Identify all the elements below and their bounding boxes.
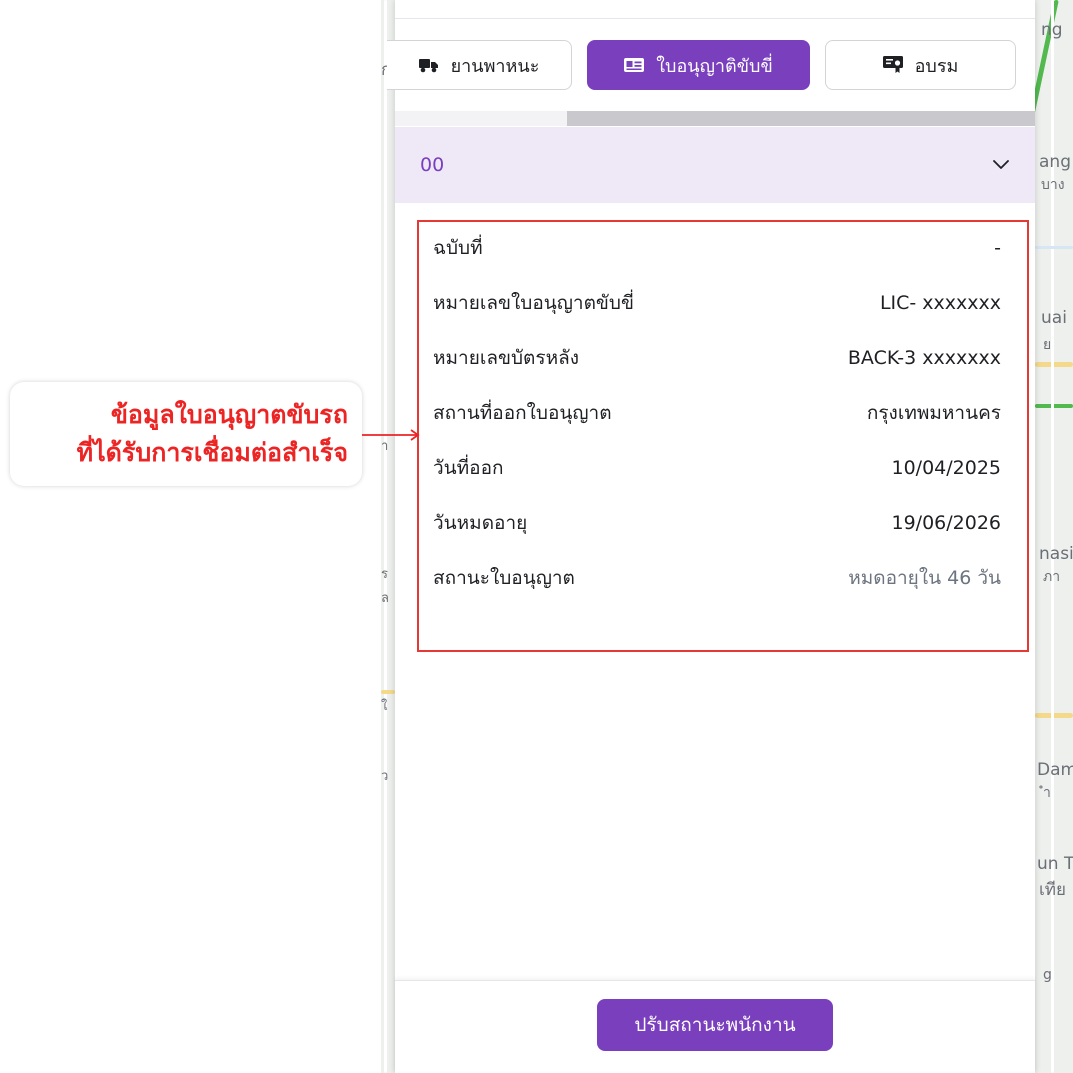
annotation-line-1: ข้อมูลใบอนุญาตขับรถ (110, 400, 348, 429)
header-divider (395, 18, 1035, 19)
map-label: ใ (381, 699, 388, 714)
detail-label: วันหมดอายุ (433, 512, 528, 534)
map-background-right: ng ang บาง uai ย nasi ภา Dam ำ un T เทีย… (1035, 0, 1073, 1073)
tab-training[interactable]: อบรม (825, 40, 1016, 90)
map-road (1035, 713, 1073, 718)
detail-value: 19/06/2026 (891, 512, 1001, 534)
map-label: ำ (1043, 785, 1051, 801)
map-road (1035, 404, 1073, 408)
accordion-title: 00 (420, 154, 445, 176)
truck-icon (418, 57, 439, 73)
map-road (381, 690, 395, 694)
detail-row-license-number: หมายเลขใบอนุญาตขับขี่ LIC- xxxxxxx (433, 288, 1001, 318)
license-panel: ยานพาหนะ ใบอนุญาติขับขี่ อบรม 00 ฉบับที่… (387, 0, 1035, 1073)
map-label: ng (1041, 20, 1063, 40)
detail-label: สถานะใบอนุญาต (433, 567, 575, 589)
detail-label: สถานที่ออกใบอนุญาต (433, 402, 612, 424)
license-status-value: หมดอายุใน 46 วัน (848, 567, 1001, 589)
annotation-line-2: ที่ได้รับการเชื่อมต่อสำเร็จ (76, 438, 348, 467)
map-label: ang (1039, 152, 1071, 172)
map-label: g (1043, 967, 1052, 983)
detail-value: - (994, 237, 1001, 259)
map-label: ย (1043, 337, 1052, 353)
map-background-left: ก า ร ล ใ ว (381, 0, 395, 1073)
tab-training-label: อบรม (914, 55, 959, 77)
license-accordion-header[interactable]: 00 (395, 127, 1035, 203)
tab-vehicle-label: ยานพาหนะ (450, 55, 540, 77)
scrollbar-thumb[interactable] (567, 111, 1035, 126)
detail-label: หมายเลขใบอนุญาตขับขี่ (433, 292, 634, 314)
tab-driving-license[interactable]: ใบอนุญาติขับขี่ (587, 40, 810, 90)
map-label: uai (1041, 308, 1067, 328)
update-employee-status-button[interactable]: ปรับสถานะพนักงาน (597, 999, 833, 1051)
detail-value: กรุงเทพมหานคร (866, 402, 1001, 424)
tab-bar: ยานพาหนะ ใบอนุญาติขับขี่ อบรม (387, 40, 1035, 92)
horizontal-scrollbar[interactable] (395, 111, 1035, 126)
detail-label: หมายเลขบัตรหลัง (433, 347, 580, 369)
tab-driving-license-label: ใบอนุญาติขับขี่ (656, 55, 773, 77)
detail-row-expiry-date: วันหมดอายุ 19/06/2026 (433, 508, 1001, 538)
map-label: ภา (1043, 569, 1061, 585)
detail-value: BACK-3 xxxxxxx (847, 347, 1001, 369)
detail-row-issue-date: วันที่ออก 10/04/2025 (433, 453, 1001, 483)
map-label: ว (381, 769, 389, 784)
map-label: nasi (1039, 544, 1073, 564)
map-road (1035, 246, 1073, 249)
detail-value: LIC- xxxxxxx (879, 292, 1001, 314)
license-details-highlight: ฉบับที่ - หมายเลขใบอนุญาตขับขี่ LIC- xxx… (417, 220, 1029, 652)
map-label: บาง (1041, 177, 1065, 193)
tab-vehicle[interactable]: ยานพาหนะ (387, 40, 572, 90)
map-road (1035, 362, 1073, 367)
chevron-down-icon[interactable] (993, 160, 1009, 170)
map-label: un T (1037, 854, 1073, 874)
arrow-right-icon (362, 429, 420, 441)
detail-value: 10/04/2025 (891, 457, 1001, 479)
annotation-callout: ข้อมูลใบอนุญาตขับรถ ที่ได้รับการเชื่อมต่… (10, 382, 362, 486)
map-label: Dam (1037, 760, 1073, 780)
detail-label: ฉบับที่ (433, 237, 483, 259)
detail-row-issue-number: ฉบับที่ - (433, 233, 1001, 263)
certificate-icon (882, 56, 903, 74)
detail-row-license-status: สถานะใบอนุญาต หมดอายุใน 46 วัน (433, 563, 1001, 593)
screenshot-stage: ก า ร ล ใ ว ng ang บาง uai ย nasi ภา Dam… (0, 0, 1073, 1073)
detail-label: วันที่ออก (433, 457, 504, 479)
map-label: ร (381, 567, 388, 582)
footer-bar: ปรับสถานะพนักงาน (395, 980, 1035, 1073)
map-road (384, 0, 387, 1073)
detail-row-back-card-number: หมายเลขบัตรหลัง BACK-3 xxxxxxx (433, 343, 1001, 373)
id-card-icon (624, 57, 645, 73)
map-label: ล (381, 591, 389, 606)
detail-row-issue-place: สถานที่ออกใบอนุญาต กรุงเทพมหานคร (433, 398, 1001, 428)
map-label: เทีย (1039, 880, 1066, 900)
